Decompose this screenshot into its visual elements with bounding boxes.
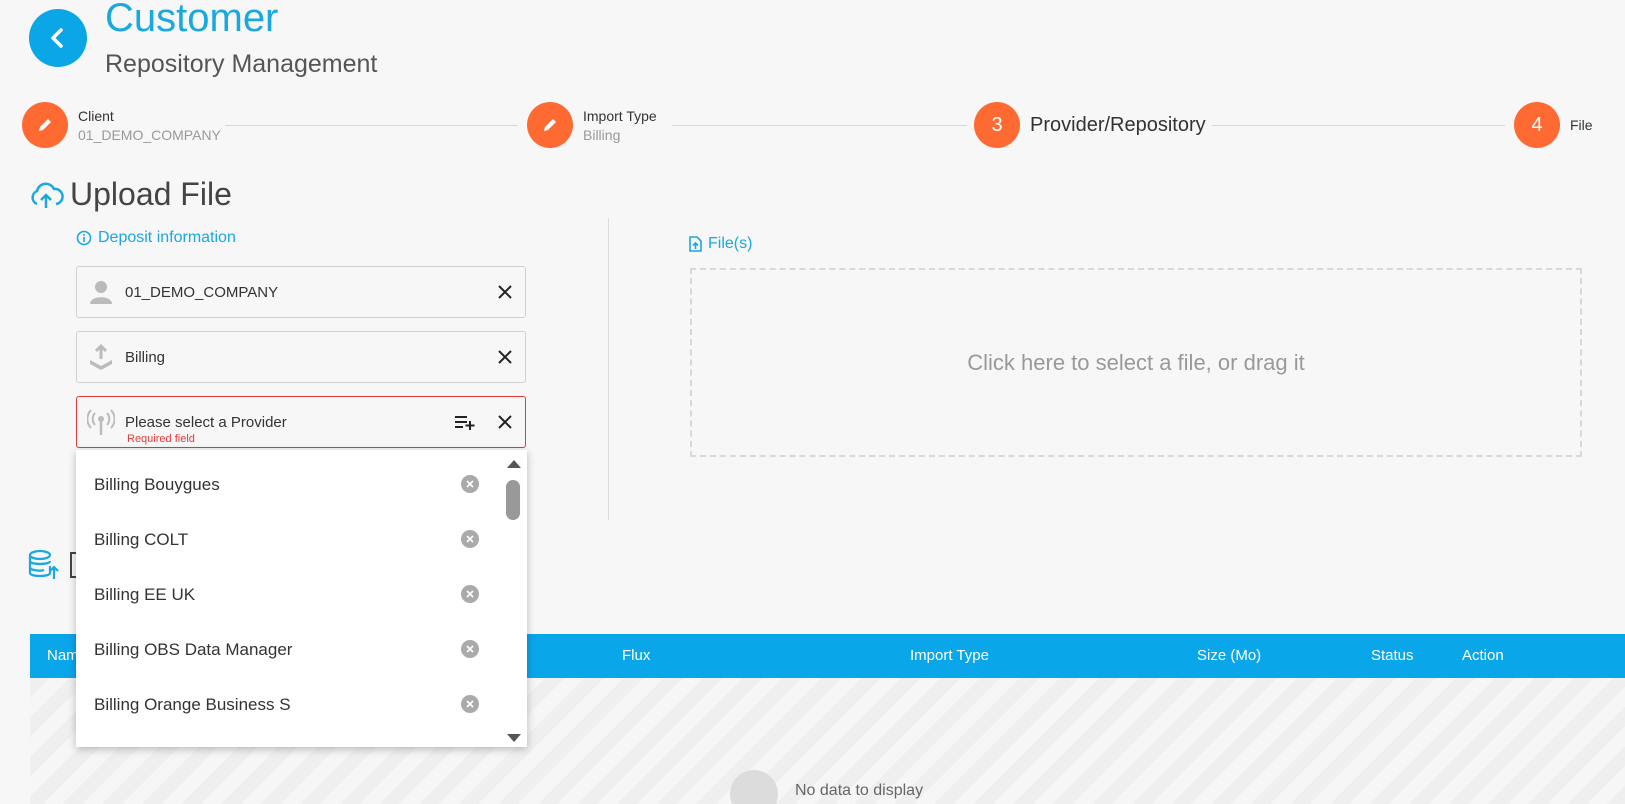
step-connector [225, 125, 518, 126]
dropdown-option-label: Billing OBS Data Manager [94, 639, 293, 659]
pencil-icon [544, 119, 556, 131]
scroll-thumb[interactable] [506, 480, 520, 520]
upload-title: Upload File [70, 176, 232, 212]
close-icon [498, 285, 512, 299]
import-tray-icon [77, 344, 125, 370]
step-connector [672, 125, 967, 126]
remove-option-icon[interactable] [461, 475, 479, 493]
user-icon [77, 279, 125, 305]
step-import-type-label: Import Type [583, 108, 657, 124]
files-label: File(s) [708, 235, 753, 252]
remove-option-icon[interactable] [461, 640, 479, 658]
step-client-value: 01_DEMO_COMPANY [78, 127, 221, 143]
import-type-field[interactable]: Billing [76, 331, 526, 383]
dropdown-option[interactable]: Billing COLT [76, 512, 501, 567]
required-field-message: Required field [127, 433, 195, 445]
import-type-value: Billing [125, 348, 166, 366]
antenna-icon [77, 408, 125, 436]
col-size[interactable]: Size (Mo) [1197, 647, 1261, 664]
deposit-info-label: Deposit information [98, 229, 236, 246]
step-import-type-circle[interactable] [527, 102, 573, 148]
provider-dropdown[interactable]: Billing Bouygues Billing COLT Billing EE… [76, 450, 527, 747]
step-provider-label: Provider/Repository [1030, 114, 1206, 136]
info-icon [76, 230, 92, 246]
remove-option-icon[interactable] [461, 585, 479, 603]
provider-placeholder: Please select a Provider [125, 413, 287, 431]
client-value: 01_DEMO_COMPANY [125, 283, 279, 301]
col-name[interactable]: Nam [47, 647, 79, 664]
close-icon [498, 350, 512, 364]
col-import-type[interactable]: Import Type [910, 647, 989, 664]
step-import-type-value: Billing [583, 127, 621, 143]
page-title: Customer [105, 0, 279, 40]
dropdown-option[interactable]: Billing Bouygues [76, 457, 501, 512]
file-upload-icon [689, 236, 702, 252]
column-divider [608, 218, 609, 520]
dropdown-option-label: Billing COLT [94, 529, 189, 549]
playlist-add-icon [455, 416, 475, 430]
dropdown-option[interactable]: Billing Orange Business S [76, 677, 501, 732]
no-data-message: No data to display [795, 782, 924, 799]
dropdown-option-label: Billing Orange Business S [94, 694, 291, 714]
step-client-circle[interactable] [22, 102, 68, 148]
chevron-left-icon [51, 28, 63, 48]
scroll-down-arrow[interactable] [506, 730, 522, 747]
remove-option-icon[interactable] [461, 530, 479, 548]
files-link[interactable]: File(s) [688, 235, 752, 253]
col-flux[interactable]: Flux [622, 647, 650, 664]
client-field[interactable]: 01_DEMO_COMPANY [76, 266, 526, 318]
page-subtitle: Repository Management [105, 50, 378, 78]
deposit-info-link[interactable]: Deposit information [76, 229, 236, 247]
step-connector [1212, 125, 1505, 126]
client-clear-button[interactable] [485, 284, 525, 300]
dropdown-option-label: Billing EE UK [94, 584, 196, 604]
step-provider-circle: 3 [974, 102, 1020, 148]
cloud-upload-icon [28, 182, 64, 215]
col-status[interactable]: Status [1371, 647, 1414, 664]
dropdown-option[interactable]: Billing OBS Data Manager [76, 622, 501, 677]
close-icon [498, 415, 512, 429]
remove-option-icon[interactable] [461, 695, 479, 713]
dropdown-option[interactable]: Billing EE UK [76, 567, 501, 622]
step-file-circle: 4 [1514, 102, 1560, 148]
col-action[interactable]: Action [1462, 647, 1504, 664]
pencil-icon [39, 119, 51, 131]
scroll-up-arrow[interactable] [506, 456, 522, 474]
add-provider-button[interactable] [445, 413, 485, 431]
file-dropzone[interactable]: Click here to select a file, or drag it [690, 268, 1582, 457]
step-client-label: Client [78, 108, 114, 124]
step-file-label: File [1570, 117, 1593, 133]
provider-clear-button[interactable] [485, 414, 525, 430]
dropdown-option-label: Billing Bouygues [94, 474, 220, 494]
database-upload-icon [28, 549, 60, 585]
import-type-clear-button[interactable] [485, 349, 525, 365]
back-button[interactable] [29, 9, 87, 67]
